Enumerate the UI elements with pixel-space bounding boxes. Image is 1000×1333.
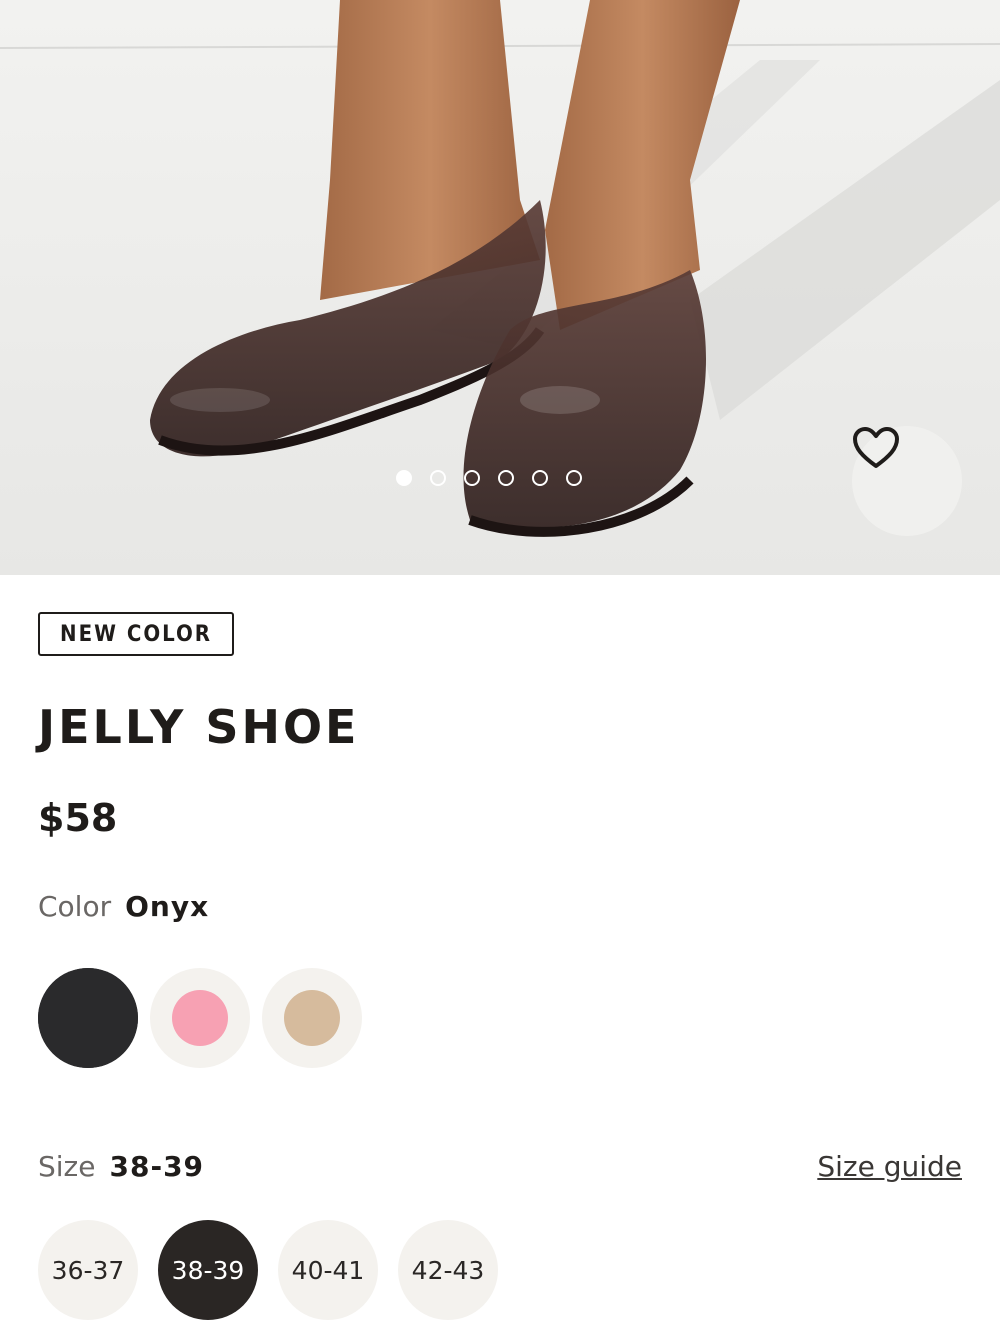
color-swatch-onyx[interactable] <box>38 968 138 1068</box>
size-option-40-41[interactable]: 40-41 <box>278 1220 378 1320</box>
gallery-pagination[interactable] <box>396 470 582 486</box>
size-option-42-43[interactable]: 42-43 <box>398 1220 498 1320</box>
size-row: Size 38-39 <box>38 1150 204 1183</box>
color-swatches <box>38 968 362 1068</box>
new-color-badge: NEW COLOR <box>38 612 235 656</box>
selected-size: 38-39 <box>109 1150 205 1183</box>
product-price: $58 <box>38 796 118 840</box>
gallery-dot[interactable] <box>464 470 480 486</box>
selected-color: Onyx <box>125 890 210 923</box>
gallery-dot[interactable] <box>498 470 514 486</box>
gallery-dot[interactable] <box>430 470 446 486</box>
size-option-36-37[interactable]: 36-37 <box>38 1220 138 1320</box>
gallery-dot[interactable] <box>396 470 412 486</box>
size-guide-link[interactable]: Size guide <box>817 1150 962 1183</box>
product-title: JELLY SHOE <box>38 700 360 754</box>
product-photo <box>0 0 1000 575</box>
color-label: Color <box>38 890 112 923</box>
swatch-fill <box>172 990 228 1046</box>
size-label: Size <box>38 1150 96 1183</box>
heart-icon <box>853 427 899 468</box>
size-option-38-39[interactable]: 38-39 <box>158 1220 258 1320</box>
favorite-button[interactable] <box>852 426 962 536</box>
color-swatch-tan[interactable] <box>262 968 362 1068</box>
swatch-fill <box>38 968 138 1068</box>
swatch-fill <box>284 990 340 1046</box>
color-row: Color Onyx <box>38 890 209 923</box>
gallery-dot[interactable] <box>566 470 582 486</box>
gallery-dot[interactable] <box>532 470 548 486</box>
color-swatch-pink[interactable] <box>150 968 250 1068</box>
product-image-gallery[interactable] <box>0 0 1000 575</box>
size-options: 36-37 38-39 40-41 42-43 <box>38 1220 498 1320</box>
